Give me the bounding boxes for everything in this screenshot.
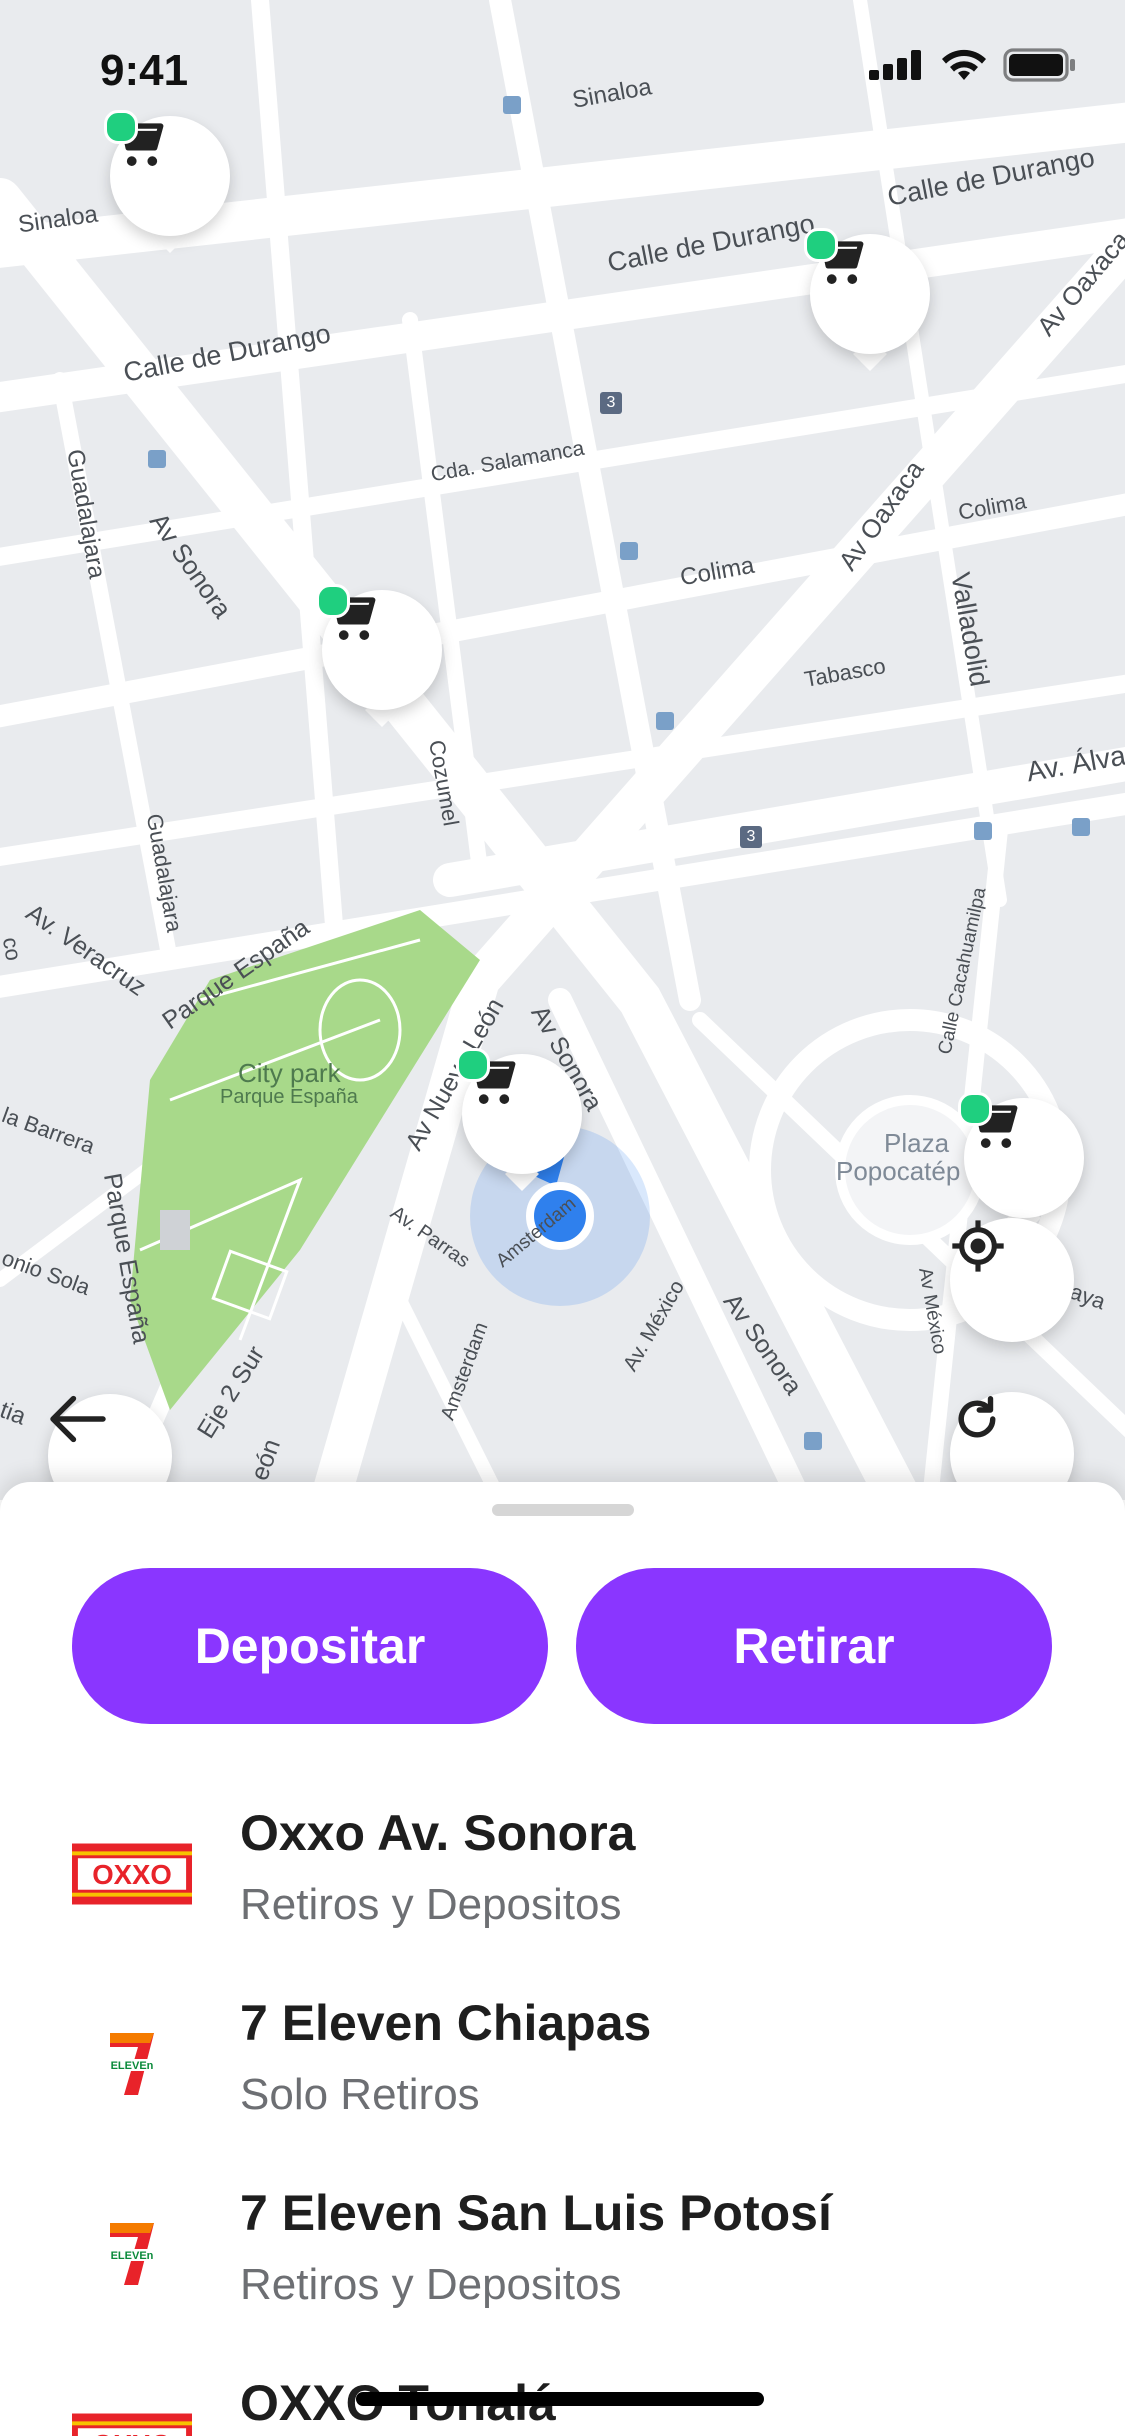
store-pin[interactable] — [958, 1092, 1084, 1238]
store-pin[interactable] — [316, 584, 442, 730]
battery-icon — [1003, 48, 1075, 82]
store-service: Solo Retiros — [240, 2070, 480, 2119]
svg-text:OXXO: OXXO — [92, 1859, 172, 1890]
list-item[interactable]: OXXO Oxxo Av. Sonora Retiros y Depositos — [0, 1782, 1125, 1972]
status-icons — [869, 48, 1077, 82]
store-list: OXXO Oxxo Av. Sonora Retiros y Depositos… — [0, 1782, 1125, 2436]
availability-dot — [316, 584, 350, 618]
status-time: 9:41 — [100, 46, 189, 95]
place-label: Plaza — [884, 1128, 950, 1158]
store-name: 7 Eleven Chiapas — [240, 1995, 652, 2051]
store-pin[interactable] — [456, 1048, 582, 1194]
list-item[interactable]: ELEVEn 7 Eleven San Luis Potosí Retiros … — [0, 2162, 1125, 2352]
park-label: Parque España — [220, 1086, 358, 1108]
home-indicator[interactable] — [356, 2392, 764, 2406]
crosshair-icon — [952, 1220, 1004, 1272]
route-badge: 3 — [746, 828, 756, 845]
store-pin[interactable] — [804, 228, 930, 374]
map[interactable]: Sinaloa Sinaloa Calle de Durango Calle d… — [0, 0, 1125, 1518]
my-location-button[interactable] — [950, 1218, 1074, 1342]
oxxo-logo: OXXO — [72, 1824, 192, 1924]
availability-dot — [456, 1048, 490, 1082]
list-item[interactable]: ELEVEn 7 Eleven Chiapas Solo Retiros — [0, 1972, 1125, 2162]
signal-icon — [869, 50, 921, 80]
sheet-grabber[interactable] — [492, 1504, 634, 1516]
store-name: Oxxo Av. Sonora — [240, 1805, 636, 1861]
wifi-icon — [942, 49, 986, 80]
oxxo-logo: OXXO — [72, 2394, 192, 2436]
withdraw-button[interactable]: Retirar — [576, 1568, 1052, 1724]
route-badge: 3 — [606, 394, 616, 411]
availability-dot — [804, 228, 838, 262]
arrow-left-icon — [50, 1395, 106, 1443]
refresh-icon — [958, 1396, 996, 1438]
store-service: Retiros y Depositos — [240, 2260, 622, 2309]
deposit-button[interactable]: Depositar — [72, 1568, 548, 1724]
screen: Sinaloa Sinaloa Calle de Durango Calle d… — [0, 0, 1125, 2436]
availability-dot — [958, 1092, 992, 1126]
svg-text:ELEVEn: ELEVEn — [111, 2060, 154, 2072]
street-label: co — [0, 935, 27, 963]
svg-text:ELEVEn: ELEVEn — [111, 2250, 154, 2262]
seven-eleven-logo: ELEVEn — [72, 2204, 192, 2304]
park-label: City park — [238, 1058, 341, 1088]
bottom-sheet: Depositar Retirar OXXO Oxxo Av. Sonora R… — [0, 1482, 1125, 2436]
seven-eleven-logo: ELEVEn — [72, 2014, 192, 2114]
store-service: Retiros y Depositos — [240, 1880, 622, 1929]
store-name: 7 Eleven San Luis Potosí — [240, 2185, 832, 2241]
place-label: Popocatép — [836, 1156, 961, 1186]
svg-text:OXXO: OXXO — [92, 2429, 172, 2436]
status-bar: 9:41 — [0, 0, 1125, 140]
